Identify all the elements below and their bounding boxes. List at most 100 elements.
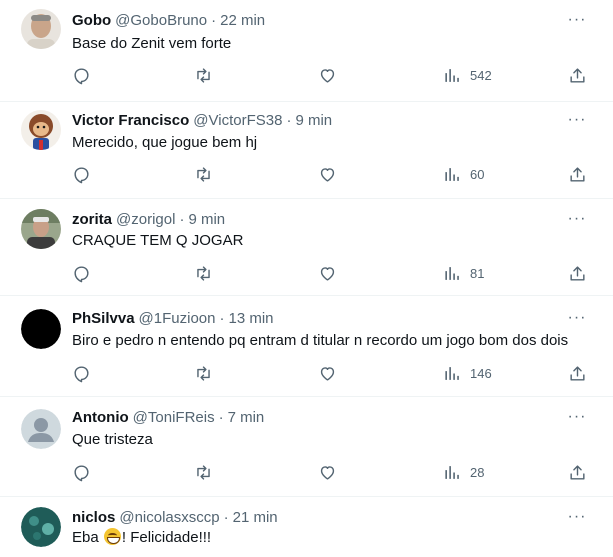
display-name[interactable]: zorita [72,211,112,228]
username[interactable]: @1Fuzioon [139,310,216,327]
analytics-icon [445,167,459,181]
view-count: 146 [470,365,492,381]
timestamp[interactable]: 22 min [220,12,265,29]
avatar[interactable] [21,409,61,449]
views-button[interactable]: 28 [443,462,484,482]
avatar[interactable] [21,209,61,249]
retweet-icon [197,166,210,182]
display-name[interactable]: niclos [72,509,115,526]
username[interactable]: @GoboBruno [115,12,207,29]
display-name[interactable]: Antonio [72,409,129,426]
retweet-icon [197,365,210,381]
tweet[interactable]: niclos @nicolasxsccp · 21 min ··· Eba ! … [0,497,613,557]
tweet[interactable]: Antonio @ToniFReis · 7 min ··· Que trist… [0,397,613,497]
action-bar: 60 [72,164,590,184]
timestamp[interactable]: 21 min [233,509,278,526]
like-button[interactable] [318,65,337,85]
view-count: 60 [470,166,485,182]
username[interactable]: @ToniFReis [133,409,215,426]
more-options-icon[interactable]: ··· [566,507,588,527]
more-options-icon[interactable]: ··· [566,308,588,328]
username[interactable]: @nicolasxsccp [119,509,219,526]
heart-icon [320,167,335,182]
heart-icon [320,68,335,83]
retweet-button[interactable] [194,65,213,85]
retweet-button[interactable] [194,263,213,283]
analytics-icon [445,366,459,380]
tweet-text: Biro e pedro n entendo pq entram d titul… [72,332,569,349]
separator-dot: · [223,508,229,526]
like-button[interactable] [318,462,337,482]
share-icon [570,365,585,381]
reply-button[interactable] [72,462,91,482]
separator-dot: · [219,309,225,327]
timestamp[interactable]: 9 min [188,211,225,228]
username[interactable]: @VictorFS38 [193,112,282,129]
view-count: 28 [470,464,485,480]
tweet[interactable]: zorita @zorigol · 9 min ··· CRAQUE TEM Q… [0,199,613,296]
tweet-text: CRAQUE TEM Q JOGAR [72,232,244,249]
reply-button[interactable] [72,65,91,85]
timestamp[interactable]: 13 min [228,310,273,327]
share-button[interactable] [568,65,587,85]
like-button[interactable] [318,363,337,383]
reply-button[interactable] [72,164,91,184]
share-button[interactable] [568,462,587,482]
heart-icon [320,266,335,281]
view-count: 81 [470,265,485,281]
analytics-icon [445,465,459,479]
share-icon [570,67,585,83]
views-button[interactable]: 81 [443,263,484,283]
share-button[interactable] [568,263,587,283]
action-bar: 542 [72,65,590,85]
retweet-button[interactable] [194,363,213,383]
reply-icon [74,67,89,84]
share-button[interactable] [568,164,587,184]
analytics-icon [445,68,459,82]
tweet[interactable]: Gobo @GoboBruno · 22 min ··· Base do Zen… [0,0,613,102]
more-options-icon[interactable]: ··· [566,407,588,427]
display-name[interactable]: PhSilvva [72,310,135,327]
grinning-emoji-icon [103,528,121,545]
reply-icon [74,464,89,481]
tweet-header: niclos @nicolasxsccp · 21 min [72,507,278,527]
share-icon [570,464,585,480]
tweet-header: Victor Francisco @VictorFS38 · 9 min [72,110,332,130]
avatar[interactable] [21,9,61,49]
avatar[interactable] [21,309,61,349]
share-button[interactable] [568,363,587,383]
retweet-icon [197,265,210,281]
more-options-icon[interactable]: ··· [566,110,588,130]
more-options-icon[interactable]: ··· [566,209,588,229]
retweet-icon [197,67,210,83]
timestamp[interactable]: 9 min [295,112,332,129]
tweet[interactable]: PhSilvva @1Fuzioon · 13 min ··· Biro e p… [0,296,613,397]
reply-icon [74,166,89,183]
like-button[interactable] [318,263,337,283]
like-button[interactable] [318,164,337,184]
separator-dot: · [211,11,217,29]
action-bar: 146 [72,363,590,383]
avatar[interactable] [21,507,61,547]
retweet-button[interactable] [194,462,213,482]
share-icon [570,166,585,182]
heart-icon [320,465,335,480]
views-button[interactable]: 146 [443,363,492,383]
tweet-header: PhSilvva @1Fuzioon · 13 min [72,308,274,328]
reply-icon [74,365,89,382]
display-name[interactable]: Gobo [72,12,111,29]
tweet[interactable]: Victor Francisco @VictorFS38 · 9 min ···… [0,102,613,199]
reply-button[interactable] [72,263,91,283]
timestamp[interactable]: 7 min [228,409,265,426]
heart-icon [320,366,335,381]
reply-button[interactable] [72,363,91,383]
retweet-button[interactable] [194,164,213,184]
views-button[interactable]: 60 [443,164,484,184]
avatar[interactable] [21,110,61,150]
tweet-text: Base do Zenit vem forte [72,35,232,52]
tweet-text: Eba ! Felicidade!!! [72,528,211,546]
display-name[interactable]: Victor Francisco [72,112,189,129]
more-options-icon[interactable]: ··· [566,10,588,30]
views-button[interactable]: 542 [443,65,492,85]
username[interactable]: @zorigol [116,211,175,228]
